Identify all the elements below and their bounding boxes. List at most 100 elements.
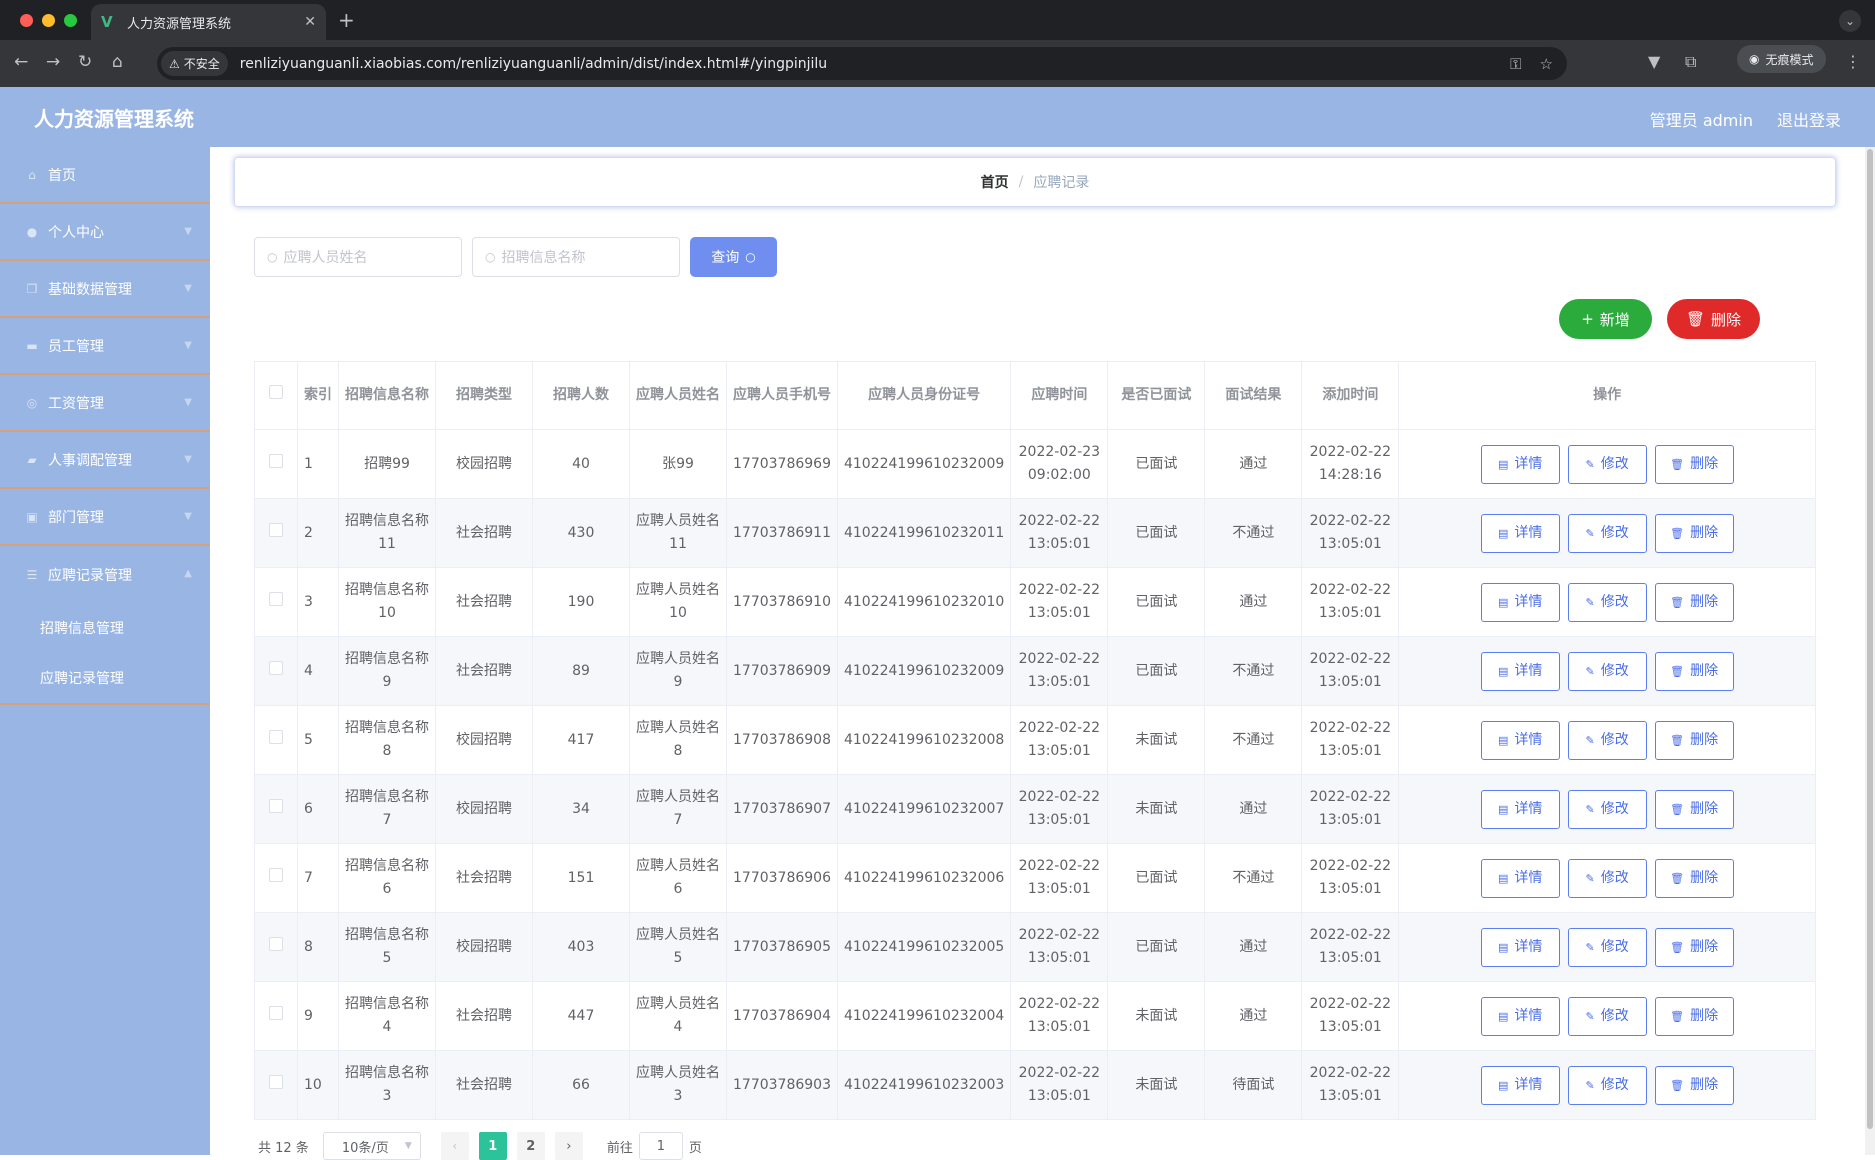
column-header[interactable]: 应聘人员姓名	[629, 361, 727, 430]
tab-search-icon[interactable]: ⌄	[1839, 10, 1861, 32]
column-header: 操作	[1398, 361, 1816, 430]
column-header[interactable]: 面试结果	[1204, 361, 1303, 430]
row-checkbox[interactable]	[269, 1074, 283, 1089]
address-bar[interactable]: ⚠ 不安全 renliziyuanguanli.xiaobias.com/renl…	[157, 47, 1567, 80]
row-checkbox[interactable]	[269, 1005, 283, 1020]
column-header[interactable]: 招聘人数	[532, 361, 630, 430]
scrollbar-thumb[interactable]	[1867, 149, 1873, 1129]
tab-close-icon[interactable]: ✕	[304, 14, 316, 30]
detail-button[interactable]: ▤ 详情	[1480, 720, 1560, 760]
goto-page-input[interactable]: 1	[638, 1132, 683, 1160]
new-tab-icon[interactable]: +	[338, 8, 355, 32]
table-row: 7 招聘信息名称6 社会招聘 151 应聘人员姓名6 17703786906 4102241…	[254, 843, 1816, 913]
prev-page-button[interactable]: ‹	[440, 1132, 469, 1160]
edit-button[interactable]: ✎ 修改	[1567, 858, 1647, 898]
edit-button[interactable]: ✎ 修改	[1567, 996, 1647, 1036]
delete-button[interactable]: 🗑 删除	[1654, 789, 1734, 829]
column-header[interactable]: 是否已面试	[1107, 361, 1206, 430]
column-header[interactable]: 应聘人员手机号	[726, 361, 838, 430]
sidebar-item-applications[interactable]: ☰ 应聘记录管理 ▲	[0, 546, 210, 603]
edit-button[interactable]: ✎ 修改	[1567, 789, 1647, 829]
maximize-window-button[interactable]	[64, 14, 77, 27]
minimize-window-button[interactable]	[42, 14, 55, 27]
next-page-button[interactable]: ›	[554, 1132, 583, 1160]
row-checkbox[interactable]	[269, 522, 283, 537]
column-header[interactable]: 应聘人员身份证号	[836, 361, 1012, 430]
select-all-checkbox[interactable]	[269, 385, 283, 399]
page-button[interactable]: 2	[516, 1132, 545, 1160]
row-checkbox[interactable]	[269, 936, 283, 951]
detail-button[interactable]: ▤ 详情	[1480, 582, 1560, 622]
detail-button[interactable]: ▤ 详情	[1480, 444, 1560, 484]
delete-button[interactable]: 🗑 删除	[1654, 444, 1734, 484]
row-checkbox[interactable]	[269, 591, 283, 606]
security-chip[interactable]: ⚠ 不安全	[161, 51, 228, 76]
delete-button[interactable]: 🗑 删除	[1654, 927, 1734, 967]
home-icon[interactable]: ⌂	[112, 52, 123, 72]
row-checkbox[interactable]	[269, 453, 283, 468]
edit-button[interactable]: ✎ 修改	[1567, 1065, 1647, 1105]
page-scrollbar[interactable]	[1865, 147, 1875, 1155]
bulk-delete-button[interactable]: 🗑 删除	[1667, 299, 1760, 339]
vue-devtools-icon[interactable]: ▼	[1648, 52, 1660, 71]
sidebar-item-salary[interactable]: ◎ 工资管理 ▼	[0, 375, 210, 432]
column-header[interactable]: 招聘类型	[435, 361, 533, 430]
browser-menu-icon[interactable]: ⋮	[1845, 52, 1861, 71]
forward-icon[interactable]: →	[46, 52, 60, 72]
page-button[interactable]: 1	[478, 1132, 507, 1160]
sidebar-item-departments[interactable]: ▣ 部门管理 ▼	[0, 489, 210, 546]
applicant-name-input[interactable]: ○ 应聘人员姓名	[254, 237, 462, 277]
browser-tab[interactable]: V 人力资源管理系统 ✕	[91, 4, 326, 40]
delete-button[interactable]: 🗑 删除	[1654, 858, 1734, 898]
reload-icon[interactable]: ↻	[78, 52, 92, 72]
delete-button[interactable]: 🗑 删除	[1654, 582, 1734, 622]
logout-link[interactable]: 退出登录	[1777, 107, 1841, 131]
trash-icon: 🗑	[1670, 595, 1685, 609]
detail-button[interactable]: ▤ 详情	[1480, 858, 1560, 898]
detail-button[interactable]: ▤ 详情	[1480, 651, 1560, 691]
back-icon[interactable]: ←	[14, 52, 28, 72]
edit-button[interactable]: ✎ 修改	[1567, 444, 1647, 484]
column-header[interactable]: 索引	[297, 361, 339, 430]
sidebar-item-home[interactable]: ⌂ 首页	[0, 147, 210, 204]
edit-button[interactable]: ✎ 修改	[1567, 720, 1647, 760]
detail-button[interactable]: ▤ 详情	[1480, 927, 1560, 967]
edit-button[interactable]: ✎ 修改	[1567, 651, 1647, 691]
column-header[interactable]: 添加时间	[1301, 361, 1400, 430]
edit-button[interactable]: ✎ 修改	[1567, 582, 1647, 622]
detail-button[interactable]: ▤ 详情	[1480, 789, 1560, 829]
page-size-select[interactable]: 10条/页 ▼	[322, 1132, 421, 1160]
sidebar-item-employees[interactable]: ▬ 员工管理 ▼	[0, 318, 210, 375]
edit-button[interactable]: ✎ 修改	[1567, 513, 1647, 553]
close-window-button[interactable]	[20, 14, 33, 27]
sidebar-item-profile[interactable]: ● 个人中心 ▼	[0, 204, 210, 261]
sidebar-item-basic-data[interactable]: ❐ 基础数据管理 ▼	[0, 261, 210, 318]
detail-button[interactable]: ▤ 详情	[1480, 1065, 1560, 1105]
row-checkbox[interactable]	[269, 798, 283, 813]
sidebar-subitem-recruitment-info[interactable]: 招聘信息管理	[0, 603, 210, 653]
detail-button[interactable]: ▤ 详情	[1480, 513, 1560, 553]
delete-button[interactable]: 🗑 删除	[1654, 651, 1734, 691]
bookmark-star-icon[interactable]: ☆	[1540, 55, 1553, 73]
detail-button[interactable]: ▤ 详情	[1480, 996, 1560, 1036]
sidebar-item-transfers[interactable]: ▰ 人事调配管理 ▼	[0, 432, 210, 489]
delete-button[interactable]: 🗑 删除	[1654, 720, 1734, 760]
query-button[interactable]: 查询 ○	[690, 237, 777, 277]
url-text[interactable]: renliziyuanguanli.xiaobias.com/renliziyu…	[240, 56, 827, 72]
breadcrumb-home[interactable]: 首页	[981, 172, 1009, 192]
recruitment-info-input[interactable]: ○ 招聘信息名称	[472, 237, 680, 277]
delete-button[interactable]: 🗑 删除	[1654, 513, 1734, 553]
sidebar-subitem-application-records[interactable]: 应聘记录管理	[0, 653, 210, 703]
add-button[interactable]: + 新增	[1559, 299, 1652, 339]
row-checkbox[interactable]	[269, 660, 283, 675]
incognito-chip[interactable]: ◉ 无痕模式	[1737, 45, 1826, 73]
password-key-icon[interactable]: ⚿	[1510, 55, 1521, 73]
extensions-icon[interactable]: ⧉	[1685, 52, 1696, 72]
row-checkbox[interactable]	[269, 867, 283, 882]
delete-button[interactable]: 🗑 删除	[1654, 996, 1734, 1036]
edit-button[interactable]: ✎ 修改	[1567, 927, 1647, 967]
column-header[interactable]: 应聘时间	[1010, 361, 1109, 430]
delete-button[interactable]: 🗑 删除	[1654, 1065, 1734, 1105]
row-checkbox[interactable]	[269, 729, 283, 744]
column-header[interactable]: 招聘信息名称	[338, 361, 436, 430]
